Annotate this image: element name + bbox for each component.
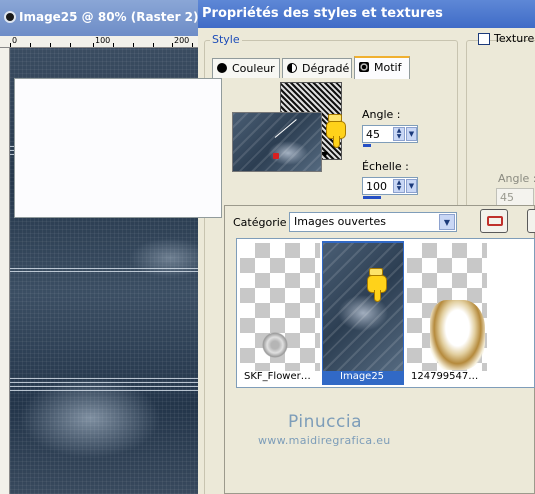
decor-image bbox=[430, 300, 485, 370]
category-select[interactable]: Images ouvertes ▼ bbox=[289, 212, 457, 232]
image-window[interactable]: Image25 @ 80% (Raster 2) 0 100 200 bbox=[0, 0, 198, 494]
watermark-url: www.maidiregrafica.eu bbox=[258, 434, 391, 447]
pointing-hand-icon bbox=[326, 114, 346, 148]
ruler-tick-label: 200 bbox=[174, 36, 190, 45]
app-icon bbox=[4, 11, 16, 23]
texture-angle-label: Angle : bbox=[498, 172, 535, 185]
texture-checkbox[interactable] bbox=[478, 33, 490, 45]
ruler-tick-label: 100 bbox=[95, 36, 111, 45]
angle-handle[interactable] bbox=[273, 153, 279, 159]
options-icon bbox=[487, 216, 503, 226]
angle-indicator-line bbox=[274, 119, 297, 138]
pointing-hand-icon bbox=[367, 268, 387, 302]
watermark-name: Pinuccia bbox=[288, 412, 362, 432]
preview-dropdown-arrow[interactable]: ▼ bbox=[322, 150, 330, 160]
thumbnail-item-selected[interactable] bbox=[322, 241, 404, 385]
circle-fill-icon bbox=[217, 63, 227, 73]
angle-spinner[interactable]: 45 ▲ ▼ ▼ bbox=[362, 125, 418, 143]
texture-angle-field[interactable]: 45 bbox=[496, 188, 534, 206]
image-window-title: Image25 @ 80% (Raster 2) bbox=[19, 10, 198, 24]
half-circle-icon bbox=[287, 63, 297, 73]
vertical-ruler bbox=[0, 48, 10, 494]
tab-degrade[interactable]: Dégradé bbox=[282, 58, 352, 78]
pattern-preview[interactable] bbox=[232, 112, 322, 172]
picker-options-button[interactable] bbox=[480, 209, 508, 233]
thumbnail-caption: 124799547… bbox=[411, 371, 479, 382]
scale-spinner[interactable]: 100 ▲ ▼ ▼ bbox=[362, 177, 418, 195]
angle-slider[interactable] bbox=[363, 144, 371, 147]
horizontal-ruler: 0 100 200 bbox=[0, 36, 198, 48]
thumbnail-caption: Image25 bbox=[340, 371, 385, 382]
image-window-titlebar[interactable]: Image25 @ 80% (Raster 2) bbox=[0, 0, 198, 36]
thumbnail-caption: SKF_Flower… bbox=[244, 371, 311, 382]
dialog-titlebar[interactable]: Propriétés des styles et textures bbox=[198, 0, 535, 28]
chevron-down-icon[interactable]: ▼ bbox=[439, 214, 455, 230]
texture-label: Texture bbox=[494, 32, 535, 45]
style-group-label: Style bbox=[210, 33, 242, 46]
angle-label: Angle : bbox=[362, 108, 401, 121]
spin-arrows-icon[interactable]: ▲ ▼ bbox=[393, 179, 405, 193]
extra-button[interactable] bbox=[527, 209, 535, 233]
scale-label: Échelle : bbox=[362, 160, 409, 173]
tab-panel bbox=[14, 78, 222, 218]
tab-couleur[interactable]: Couleur bbox=[212, 58, 280, 78]
flower-image bbox=[262, 330, 288, 360]
spin-arrows-icon[interactable]: ▲ ▼ bbox=[393, 127, 405, 141]
chevron-down-icon[interactable]: ▼ bbox=[406, 179, 417, 193]
chevron-down-icon[interactable]: ▼ bbox=[406, 127, 417, 141]
category-label: Catégorie : bbox=[233, 216, 294, 229]
scale-slider[interactable] bbox=[363, 196, 381, 199]
pattern-icon bbox=[359, 62, 369, 72]
tab-motif[interactable]: Motif bbox=[354, 56, 410, 79]
ruler-tick-label: 0 bbox=[12, 36, 18, 45]
